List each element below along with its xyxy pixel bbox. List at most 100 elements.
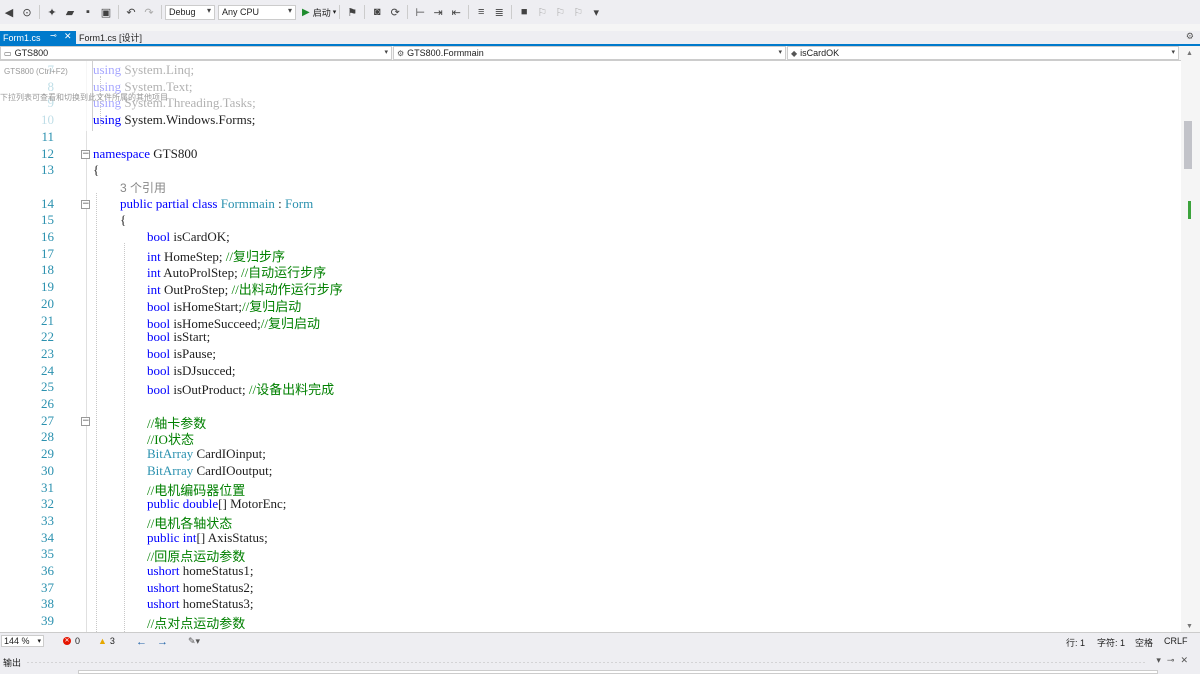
code-line[interactable]: 3 个引用 (0, 179, 1181, 196)
code-line[interactable]: 38 ushort homeStatus3; (0, 596, 1181, 613)
next-bookmark-icon[interactable]: ⚐ (553, 5, 567, 19)
project-select[interactable]: ▭ GTS800 ▾ (0, 46, 392, 60)
screenshot-icon[interactable]: ◙ (370, 5, 384, 19)
code-line[interactable]: 20 bool isHomeStart;//复归启动 (0, 295, 1181, 314)
error-count[interactable]: ✕ 0 (63, 636, 80, 646)
line-number: 26 (41, 396, 54, 411)
code-line[interactable]: 30 BitArray CardIOoutput; (0, 463, 1181, 480)
warning-count[interactable]: ▲ 3 (98, 636, 115, 646)
line-ending-indicator[interactable]: CRLF (1164, 636, 1188, 646)
code-line[interactable]: 17 int HomeStep; //复归步序 (0, 245, 1181, 264)
line-number: 37 (41, 579, 54, 595)
fold-icon[interactable]: − (81, 416, 90, 426)
scroll-thumb[interactable] (1184, 121, 1192, 169)
code-line[interactable]: 29 BitArray CardIOinput; (0, 446, 1181, 463)
code-line[interactable]: 21 bool isHomeSucceed;//复归启动 (0, 313, 1181, 331)
code-text: ushort homeStatus1; (147, 563, 254, 578)
code-line[interactable]: 35//回原点运动参数 (0, 546, 1181, 564)
undo-icon[interactable]: ↶ (124, 5, 138, 19)
code-line[interactable]: 32 public double[] MotorEnc; (0, 496, 1181, 513)
code-line[interactable]: 24 bool isDJsucced; (0, 363, 1181, 380)
line-number: 20 (41, 295, 54, 311)
code-cleanup-icon[interactable]: ✎▾ (188, 636, 200, 647)
tab-form1-cs[interactable]: Form1.cs ⊸ ✕ (0, 31, 76, 44)
align-left-icon[interactable]: ⊢ (413, 5, 427, 19)
project-tooltip: GTS800 (Ctrl+F2) 下拉列表可查看和切换到此文件所属的其他项目 (0, 61, 168, 131)
code-line[interactable]: 13 { (0, 162, 1181, 179)
open-icon[interactable]: ▰ (63, 5, 77, 19)
code-line[interactable]: 14 public partial class Formmain : Form (0, 196, 1181, 213)
code-line[interactable]: 9using System.Threading.Tasks; (0, 95, 1181, 112)
clear-bookmark-icon[interactable]: ⚐ (571, 5, 585, 19)
code-line[interactable]: 18 int AutoProlStep; //自动运行步序 (0, 262, 1181, 280)
redo-icon[interactable]: ↷ (142, 5, 156, 19)
panel-grip[interactable] (26, 661, 1146, 664)
comment-icon[interactable]: ≡ (474, 5, 488, 19)
code-line[interactable]: 34 public int[] AxisStatus; (0, 530, 1181, 547)
outdent-icon[interactable]: ⇤ (449, 5, 463, 19)
code-line[interactable]: 36 ushort homeStatus1; (0, 563, 1181, 580)
project-value: GTS800 (14, 48, 49, 58)
code-line[interactable]: 37 ushort homeStatus2; (0, 580, 1181, 597)
line-number: 33 (41, 512, 54, 528)
zoom-select[interactable]: 144 % ▾ (1, 635, 44, 647)
arrow-left-icon[interactable]: ← (136, 636, 147, 648)
code-line[interactable]: 26 (0, 396, 1181, 413)
panel-controls[interactable]: ▾⊸✕ (1156, 655, 1194, 666)
attach-icon[interactable]: ⚑ (345, 5, 359, 19)
save-all-icon[interactable]: ▣ (99, 5, 113, 19)
code-line[interactable]: 7using System.Linq; (0, 62, 1181, 79)
code-text: using System.Windows.Forms; (93, 112, 256, 128)
code-line[interactable]: 10using System.Windows.Forms; (0, 112, 1181, 129)
code-line[interactable]: 39 //点对点运动参数 (0, 613, 1181, 631)
start-button[interactable]: ▶ 启动 ▾ (302, 6, 336, 19)
code-line[interactable]: 25 bool isOutProduct; //设备出料完成 (0, 379, 1181, 397)
indent-icon[interactable]: ⇥ (431, 5, 445, 19)
code-line[interactable]: 19 int OutProStep; //出料动作运行步序 (0, 279, 1181, 297)
hot-reload-icon[interactable]: ⟳ (388, 5, 402, 19)
arrow-right-icon[interactable]: → (157, 636, 168, 648)
line-indicator: 行: 1 (1066, 638, 1086, 648)
fold-icon[interactable]: − (81, 149, 90, 159)
scroll-up-icon[interactable]: ▲ (1186, 50, 1193, 57)
code-text: ushort homeStatus2; (147, 579, 254, 595)
line-number: 17 (41, 245, 54, 261)
member-select[interactable]: ◆ isCardOK ▾ (787, 46, 1179, 60)
code-line[interactable]: 22 bool isStart; (0, 329, 1181, 346)
whitespace-indicator[interactable]: 空格 (1135, 636, 1153, 649)
code-line[interactable]: 31//电机编码器位置 (0, 480, 1181, 498)
toolbar-overflow-icon[interactable]: ▾ (589, 5, 603, 19)
bookmark-icon[interactable]: ■ (517, 5, 531, 19)
gear-icon[interactable]: ⚙ (1186, 31, 1194, 42)
code-line[interactable]: 8using System.Text; (0, 79, 1181, 96)
code-line[interactable]: 28//IO状态 (0, 429, 1181, 447)
tab-label: Form1.cs [设计] (79, 33, 143, 43)
uncomment-icon[interactable]: ≣ (492, 5, 506, 19)
fold-icon[interactable]: − (81, 199, 90, 209)
line-number: 23 (41, 345, 54, 361)
close-icon[interactable]: ✕ (64, 31, 72, 42)
save-icon[interactable]: ▪ (81, 5, 95, 19)
forward-icon[interactable]: ⊙ (20, 5, 34, 19)
tab-form1-designer[interactable]: Form1.cs [设计] (79, 31, 142, 44)
scroll-down-icon[interactable]: ▼ (1186, 623, 1193, 630)
pin-icon[interactable]: ⊸ (50, 31, 57, 40)
prev-bookmark-icon[interactable]: ⚐ (535, 5, 549, 19)
code-line[interactable]: 23 bool isPause; (0, 346, 1181, 363)
code-line[interactable]: 16 bool isCardOK; (0, 229, 1181, 246)
code-line[interactable]: 15 { (0, 212, 1181, 229)
new-project-icon[interactable]: ✦ (45, 5, 59, 19)
class-select[interactable]: ⚙ GTS800.Formmain ▾ (393, 46, 786, 60)
play-icon: ▶ (302, 6, 310, 18)
reference-count-link[interactable]: 3 个引用 (120, 181, 166, 195)
code-line[interactable]: 11 (0, 129, 1181, 146)
configuration-select[interactable]: Debug ▾ (165, 4, 215, 20)
code-editor[interactable]: 7using System.Linq;8using System.Text;9u… (0, 61, 1181, 632)
code-line[interactable]: 27//轴卡参数 (0, 413, 1181, 431)
chevron-down-icon: ▾ (206, 5, 211, 15)
back-icon[interactable]: ◀ (2, 5, 16, 19)
vertical-scrollbar[interactable]: ▲ ▼ (1181, 46, 1200, 632)
code-line[interactable]: 12 namespace GTS800 (0, 146, 1181, 163)
code-line[interactable]: 33//电机各轴状态 (0, 512, 1181, 531)
platform-select[interactable]: Any CPU ▾ (218, 4, 296, 20)
